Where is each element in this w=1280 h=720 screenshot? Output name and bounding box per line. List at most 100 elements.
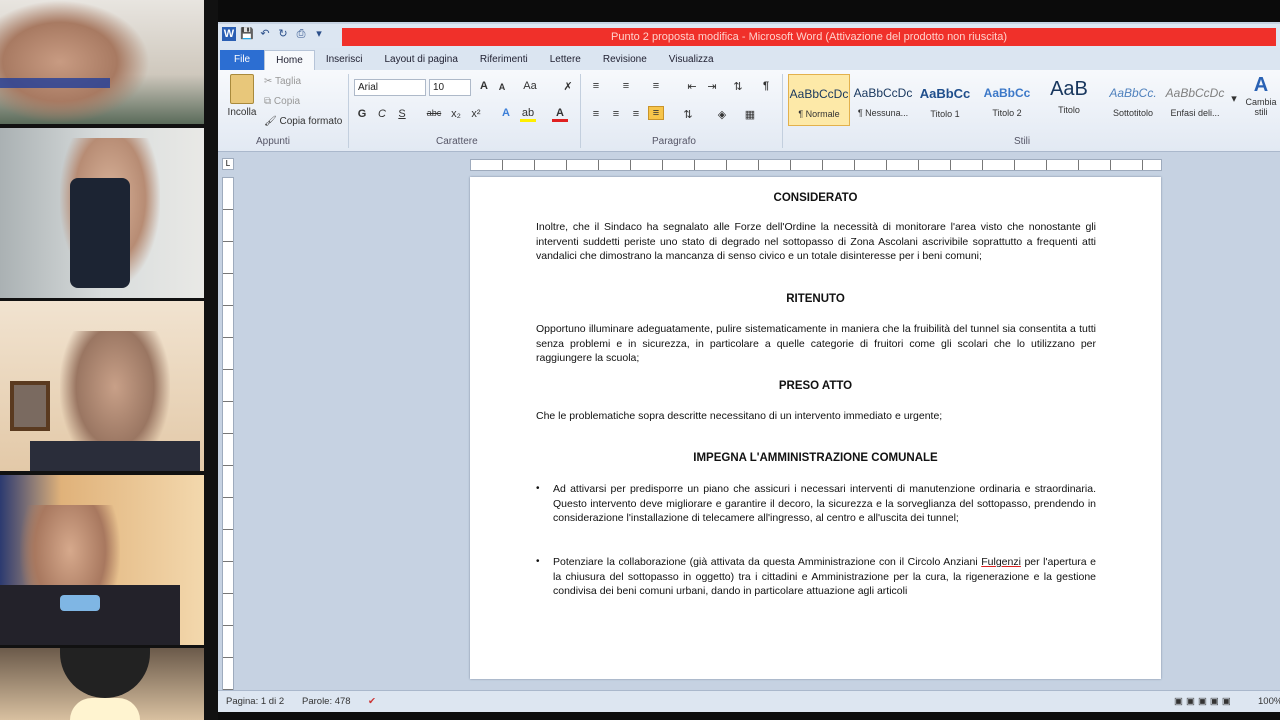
participant-video-1[interactable] — [0, 0, 204, 124]
horizontal-ruler[interactable] — [470, 159, 1162, 171]
tab-file[interactable]: File — [220, 50, 265, 70]
paragraph-group-label: Paragrafo — [652, 136, 696, 147]
tab-references[interactable]: Riferimenti — [469, 50, 539, 70]
justify-icon[interactable]: ≡ — [648, 106, 664, 120]
style-subtitle[interactable]: AaBbCc. Sottotitolo — [1102, 74, 1164, 126]
tab-home[interactable]: Home — [264, 50, 315, 70]
shading-icon[interactable]: ◈ — [714, 108, 730, 121]
bullet-marker: • — [536, 483, 540, 494]
decrease-indent-icon[interactable]: ⇤ — [684, 80, 700, 93]
tab-review[interactable]: Revisione — [592, 50, 658, 70]
divider — [782, 74, 783, 148]
subscript-button[interactable]: x₂ — [448, 108, 464, 120]
clear-formatting-icon[interactable]: ✗ — [560, 80, 576, 93]
participant-video-3[interactable] — [0, 301, 204, 471]
participant-video-2[interactable] — [0, 128, 204, 298]
style-preview: AaB — [1050, 78, 1088, 100]
screen: W 💾 ↶ ↻ ⎙ ▾ Punto 2 proposta modifica - … — [0, 0, 1280, 720]
zoom-level[interactable]: 100% — [1258, 696, 1280, 707]
page-count[interactable]: Pagina: 1 di 2 — [226, 696, 284, 707]
style-name: Titolo 2 — [992, 108, 1022, 118]
paragraph-ritenuto: Opportuno illuminare adeguatamente, puli… — [536, 323, 1096, 365]
vertical-ruler[interactable] — [222, 177, 234, 701]
show-marks-icon[interactable]: ¶ — [758, 80, 774, 92]
style-name: Titolo 1 — [930, 109, 960, 119]
format-painter-label: Copia formato — [279, 116, 343, 127]
document-page[interactable]: CONSIDERATO Inoltre, che il Sindaco ha s… — [470, 177, 1161, 679]
paste-label: Incolla — [227, 107, 257, 118]
view-buttons[interactable]: ▣▣▣▣▣ — [1174, 696, 1234, 707]
bold-button[interactable]: G — [354, 108, 370, 120]
bullet-item-2-text-a: Potenziare la collaborazione (già attiva… — [553, 556, 982, 568]
style-name: ¶ Normale — [798, 109, 840, 119]
video-gallery — [0, 0, 218, 720]
strikethrough-button[interactable]: abc — [424, 108, 444, 118]
style-heading-1[interactable]: AaBbCc Titolo 1 — [914, 74, 976, 126]
shrink-font-icon[interactable]: A — [494, 82, 510, 92]
increase-indent-icon[interactable]: ⇥ — [704, 80, 720, 93]
font-size-select[interactable]: 10 — [429, 79, 471, 96]
sort-icon[interactable]: ⇅ — [730, 80, 746, 93]
highlight-color-icon[interactable]: ab — [520, 107, 536, 122]
superscript-button[interactable]: x² — [468, 108, 484, 120]
paste-button[interactable]: Incolla — [224, 74, 260, 118]
bullets-icon[interactable]: ≡ — [588, 80, 604, 92]
tab-selector-icon[interactable]: L — [222, 158, 234, 170]
style-no-spacing[interactable]: AaBbCcDc ¶ Nessuna... — [852, 74, 914, 126]
heading-ritenuto: RITENUTO — [786, 293, 845, 305]
styles-group-label: Stili — [1014, 136, 1031, 147]
participant-video-5[interactable] — [0, 648, 204, 720]
copy-button[interactable]: ⧉ Copia — [264, 96, 300, 107]
misspelled-word: Fulgenzi — [981, 556, 1021, 568]
save-icon[interactable]: 💾 — [240, 27, 254, 41]
style-subtle-emphasis[interactable]: AaBbCcDc Enfasi deli... — [1164, 74, 1226, 126]
participant-video-4[interactable] — [0, 475, 204, 645]
style-name: Titolo — [1058, 105, 1080, 115]
change-case-icon[interactable]: Aa — [522, 80, 538, 92]
numbering-icon[interactable]: ≡ — [618, 80, 634, 92]
word-logo-icon: W — [222, 27, 236, 41]
borders-icon[interactable]: ▦ — [742, 108, 758, 121]
style-preview: AaBbCcDc — [853, 86, 913, 100]
multilevel-list-icon[interactable]: ≡ — [648, 80, 664, 92]
tab-page-layout[interactable]: Layout di pagina — [374, 50, 469, 70]
style-title[interactable]: AaB Titolo — [1038, 74, 1100, 126]
heading-considerato: CONSIDERATO — [773, 192, 858, 204]
copy-label: Copia — [273, 96, 301, 107]
styles-more-icon[interactable]: ▾ — [1226, 92, 1242, 105]
format-painter-button[interactable]: 🖌 Copia formato — [264, 116, 342, 127]
cut-button[interactable]: ✂ Taglia — [264, 76, 301, 87]
ribbon-tabs: File Home Inserisci Layout di pagina Rif… — [218, 48, 1280, 70]
style-normal[interactable]: AaBbCcDc ¶ Normale — [788, 74, 850, 126]
change-styles-button[interactable]: A Cambia stili — [1242, 74, 1280, 117]
style-preview: AaBbCcDc — [1165, 86, 1225, 100]
line-spacing-icon[interactable]: ⇅ — [680, 108, 696, 121]
font-group-label: Carattere — [436, 136, 478, 147]
screen-share-top-bar — [218, 0, 1280, 22]
underline-button[interactable]: S — [394, 108, 410, 120]
font-name-select[interactable]: Arial — [354, 79, 426, 96]
text-effects-icon[interactable]: A — [498, 107, 514, 119]
status-bar: Pagina: 1 di 2 Parole: 478 ✔ ▣▣▣▣▣ 100% — [218, 690, 1280, 712]
font-color-icon[interactable]: A — [552, 107, 568, 122]
align-center-icon[interactable]: ≡ — [608, 108, 624, 120]
grow-font-icon[interactable]: A — [476, 80, 492, 92]
undo-icon[interactable]: ↶ — [258, 27, 272, 41]
word-count[interactable]: Parole: 478 — [302, 696, 351, 707]
print-icon[interactable]: ⎙ — [294, 27, 308, 41]
style-preview: AaBbCc. — [1109, 86, 1157, 100]
align-right-icon[interactable]: ≡ — [628, 108, 644, 120]
style-name: Sottotitolo — [1112, 108, 1154, 118]
cut-label: Taglia — [274, 76, 302, 87]
quick-access-toolbar: W 💾 ↶ ↻ ⎙ ▾ — [222, 27, 326, 41]
tab-insert[interactable]: Inserisci — [315, 50, 374, 70]
redo-icon[interactable]: ↻ — [276, 27, 290, 41]
align-left-icon[interactable]: ≡ — [588, 108, 604, 120]
customize-toolbar-icon[interactable]: ▾ — [312, 27, 326, 41]
style-heading-2[interactable]: AaBbCc Titolo 2 — [976, 74, 1038, 126]
proofing-icon[interactable]: ✔ — [368, 696, 376, 707]
tab-mailings[interactable]: Lettere — [539, 50, 592, 70]
ribbon-home: Incolla ✂ Taglia ⧉ Copia 🖌 Copia formato… — [218, 70, 1280, 152]
tab-view[interactable]: Visualizza — [658, 50, 725, 70]
italic-button[interactable]: C — [374, 108, 390, 120]
